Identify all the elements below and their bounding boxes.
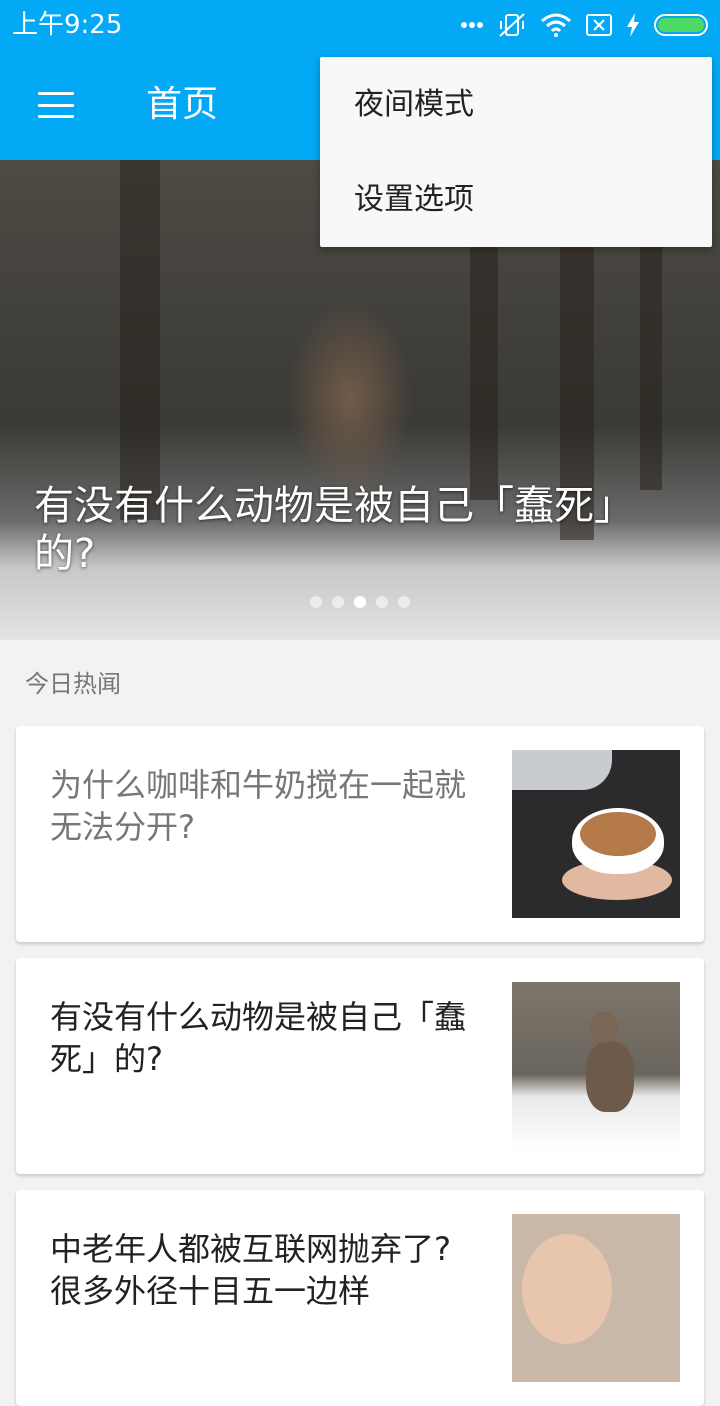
story-title: 有没有什么动物是被自己「蠢死」的? (50, 998, 467, 1078)
toolbar-title: 首页 (146, 84, 219, 125)
page-dot (354, 596, 366, 608)
story-card[interactable]: 为什么咖啡和牛奶搅在一起就无法分开? (16, 726, 704, 942)
vibrate-off-icon (498, 12, 526, 38)
status-time: 上午9:25 (12, 10, 123, 40)
story-title: 为什么咖啡和牛奶搅在一起就无法分开? (50, 766, 467, 846)
page-dot (332, 596, 344, 608)
menu-item-night-mode[interactable]: 夜间模式 (354, 85, 474, 125)
sim-none-icon (586, 14, 612, 36)
battery-icon (654, 14, 708, 36)
story-title: 中老年人都被互联网抛弃了?很多外径十目五一边样 (50, 1230, 451, 1310)
section-label: 今日热闻 (25, 670, 121, 698)
elderly-couple-photo (512, 1214, 680, 1382)
status-bar: 上午9:25 (0, 0, 720, 50)
deer-photo (512, 982, 680, 1150)
more-dots-icon (460, 21, 484, 29)
wifi-icon (540, 13, 572, 37)
banner-page-indicator (310, 596, 410, 608)
story-card[interactable]: 有没有什么动物是被自己「蠢死」的? (16, 958, 704, 1174)
page-dot (376, 596, 388, 608)
latte-art-photo (512, 750, 680, 918)
charging-icon (626, 13, 640, 37)
overflow-menu: 夜间模式 设置选项 (320, 57, 712, 247)
page-dot (310, 596, 322, 608)
status-icons (460, 10, 708, 40)
page-dot (398, 596, 410, 608)
hamburger-icon[interactable] (38, 92, 74, 118)
battery-level-fill (658, 18, 704, 32)
story-card[interactable]: 中老年人都被互联网抛弃了?很多外径十目五一边样 (16, 1190, 704, 1406)
banner-caption: 有没有什么动物是被自己「蠢死」的? (34, 483, 634, 577)
menu-item-settings[interactable]: 设置选项 (354, 180, 474, 220)
